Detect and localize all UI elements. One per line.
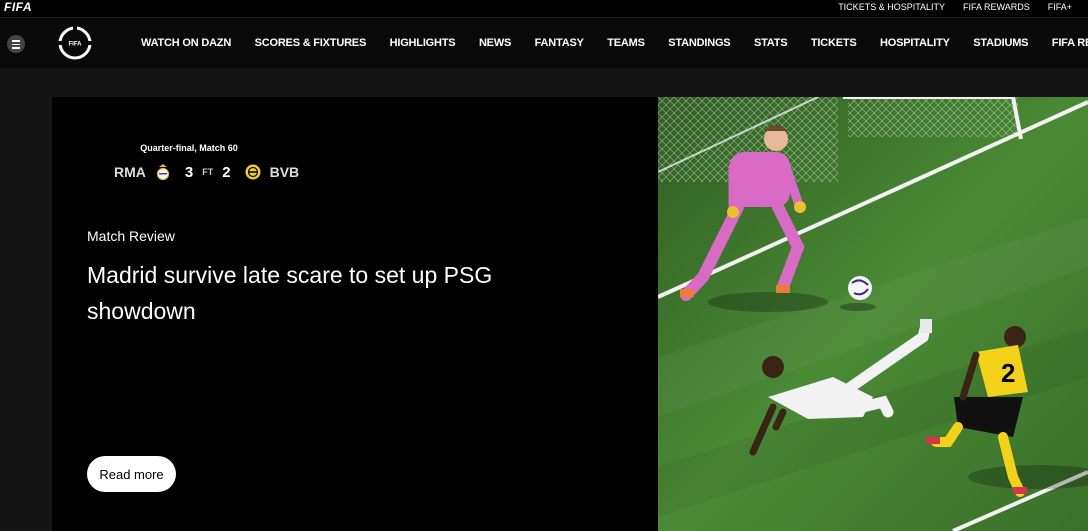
fifa-plus-link[interactable]: FIFA+ bbox=[1048, 0, 1072, 14]
nav-fantasy[interactable]: FANTASY bbox=[535, 37, 584, 49]
match-photo-illustration: 2 bbox=[658, 97, 1088, 531]
nav-hospitality[interactable]: HOSPITALITY bbox=[880, 37, 950, 49]
nav-news[interactable]: NEWS bbox=[479, 37, 511, 49]
fifa-logo[interactable]: FIFA bbox=[4, 0, 32, 14]
away-team-code: BVB bbox=[269, 164, 300, 180]
match-photo[interactable]: 2 bbox=[658, 97, 1088, 531]
main-nav: FIFA WATCH ON DAZN SCORES & FIXTURES HIG… bbox=[0, 17, 1088, 68]
fifa-rewards-link[interactable]: FIFA REWARDS bbox=[963, 0, 1030, 14]
menu-icon[interactable] bbox=[7, 35, 25, 53]
nav-stats[interactable]: STATS bbox=[754, 37, 788, 49]
home-team-code: RMA bbox=[114, 164, 146, 180]
nav-highlights[interactable]: HIGHLIGHTS bbox=[390, 37, 456, 49]
fifa-crest-logo[interactable]: FIFA bbox=[56, 25, 94, 61]
crest-text: FIFA bbox=[69, 42, 83, 48]
utility-bar: FIFA TICKETS & HOSPITALITY FIFA REWARDS … bbox=[0, 0, 1088, 17]
article-headline[interactable]: Madrid survive late scare to set up PSG … bbox=[87, 257, 587, 329]
tickets-hospitality-link[interactable]: TICKETS & HOSPITALITY bbox=[838, 0, 945, 14]
utility-links: TICKETS & HOSPITALITY FIFA REWARDS FIFA+ bbox=[820, 0, 1088, 14]
nav-teams[interactable]: TEAMS bbox=[607, 37, 645, 49]
away-score: 2 bbox=[222, 163, 231, 181]
nav-scores-fixtures[interactable]: SCORES & FIXTURES bbox=[255, 37, 367, 49]
nav-stadiums[interactable]: STADIUMS bbox=[973, 37, 1028, 49]
home-score: 3 bbox=[184, 163, 194, 181]
match-scoreline[interactable]: RMA 3 FT 2 BVB bbox=[114, 160, 299, 184]
nav-fifa-rewards[interactable]: FIFA REWARDS bbox=[1052, 37, 1088, 49]
match-stage: Quarter-final, Match 60 bbox=[140, 143, 238, 153]
nav-tickets[interactable]: TICKETS bbox=[811, 37, 857, 49]
bvb-player-number: 2 bbox=[1001, 358, 1015, 388]
article-category: Match Review bbox=[87, 228, 175, 244]
real-madrid-crest-icon bbox=[156, 164, 169, 181]
nav-watch-on-dazn[interactable]: WATCH ON DAZN bbox=[141, 37, 231, 49]
nav-items: WATCH ON DAZN SCORES & FIXTURES HIGHLIGH… bbox=[141, 18, 1088, 68]
nav-standings[interactable]: STANDINGS bbox=[668, 37, 730, 49]
match-status: FT bbox=[202, 167, 214, 177]
bvb-crest-icon bbox=[244, 163, 262, 181]
read-more-button[interactable]: Read more bbox=[87, 456, 176, 492]
